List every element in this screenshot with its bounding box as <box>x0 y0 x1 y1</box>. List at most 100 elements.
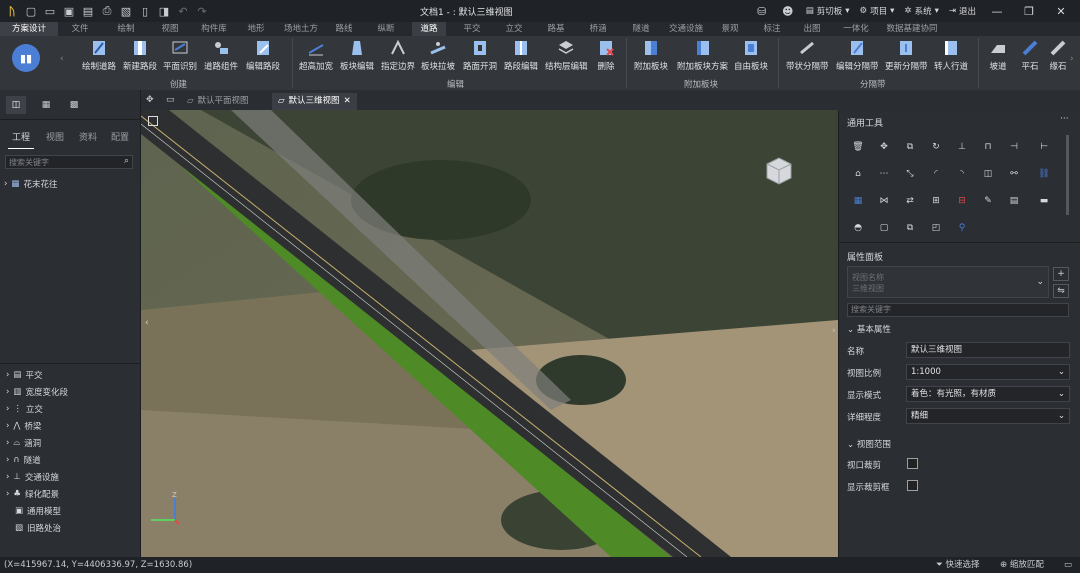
search-input[interactable]: 搜索关键字 ⌕ <box>5 155 133 169</box>
chamfer-icon[interactable]: ◝ <box>953 165 971 183</box>
curb-stone-button[interactable]: 缘石 <box>1048 38 1068 76</box>
tab-view[interactable]: 视图 <box>150 22 190 36</box>
link-icon[interactable]: ⚯ <box>1005 165 1023 183</box>
road-component-button[interactable]: 道路组件 <box>204 38 238 76</box>
doc-tab-3d[interactable]: ▱ 默认三维视图 ✕ <box>272 93 357 110</box>
tab-traffic[interactable]: 交通设施 <box>664 22 708 36</box>
props-search-input[interactable]: 搜索关键字 <box>847 303 1069 317</box>
undo-icon[interactable]: ↶ <box>175 3 191 19</box>
ruler-icon[interactable]: ▬ <box>1035 192 1053 210</box>
pin-icon[interactable]: ⌂ <box>849 165 867 183</box>
window-icon[interactable]: ▭ <box>166 95 175 105</box>
move-tool-icon[interactable]: ✥ <box>875 138 893 156</box>
category-interchange[interactable]: › ⋮ 立交 <box>6 400 43 417</box>
tab-library[interactable]: 构件库 <box>194 22 234 36</box>
category-width-change[interactable]: › ▥ 宽度变化段 <box>6 383 68 400</box>
update-divider-button[interactable]: 更新分隔带 <box>885 38 928 76</box>
new-segment-button[interactable]: 新建路段 <box>123 38 157 76</box>
section-basic[interactable]: ⌄ 基本属性 <box>847 323 891 335</box>
chain-icon[interactable]: ⛓︎ <box>1035 165 1053 183</box>
ramp-button[interactable]: 坡道 <box>988 38 1008 76</box>
delete-button[interactable]: 删除 <box>596 38 616 76</box>
block-slope-button[interactable]: 板块拉坡 <box>421 38 455 76</box>
save-icon[interactable]: ▣ <box>61 3 77 19</box>
rotate-icon[interactable]: ↻ <box>927 138 945 156</box>
status-menu-icon[interactable]: ▭ <box>1064 557 1072 573</box>
tab-annotate[interactable]: 标注 <box>756 22 788 36</box>
category-generic-model[interactable]: ▣ 通用模型 <box>6 502 61 519</box>
tree-root[interactable]: › ▦ 花末花往 <box>4 175 57 192</box>
new-file-icon[interactable]: ▢ <box>23 3 39 19</box>
ribbon-scroll-right-icon[interactable]: › <box>1070 54 1074 64</box>
view-cube-icon[interactable] <box>759 150 799 190</box>
category-old-road[interactable]: ▧ 旧路处治 <box>6 519 61 536</box>
redo-icon[interactable]: ↷ <box>194 3 210 19</box>
tab-profile[interactable]: 纵断 <box>370 22 402 36</box>
category-traffic[interactable]: › ⊥ 交通设施 <box>6 468 59 485</box>
app-menu-button[interactable]: ▮▮ <box>12 44 40 72</box>
stamp-icon[interactable]: ▤ <box>1005 192 1023 210</box>
draw-road-button[interactable]: 绘制道路 <box>82 38 116 76</box>
tab-terrain[interactable]: 地形 <box>236 22 276 36</box>
layers-icon[interactable]: ◨ <box>156 3 172 19</box>
tab-route[interactable]: 路线 <box>328 22 360 36</box>
pavement-hole-button[interactable]: 路面开洞 <box>463 38 497 76</box>
block-edit-button[interactable]: 板块编辑 <box>340 38 374 76</box>
display-mode-select[interactable]: 着色：有光照，有材质 ⌄ <box>906 386 1070 402</box>
plan-recognize-button[interactable]: 平面识别 <box>163 38 197 76</box>
database-icon[interactable]: ⛁ <box>754 3 770 19</box>
tiles-view-icon[interactable]: ▩ <box>64 96 84 114</box>
to-sidewalk-button[interactable]: 转人行道 <box>934 38 968 76</box>
minimize-button[interactable]: — <box>986 5 1008 18</box>
category-culvert[interactable]: › ⌓ 涵洞 <box>6 434 41 451</box>
break-icon[interactable]: ⊢ <box>1035 138 1053 156</box>
mirror-icon[interactable]: ⋈ <box>875 192 893 210</box>
tab-draw[interactable]: 绘制 <box>106 22 146 36</box>
flat-stone-button[interactable]: 平石 <box>1020 38 1040 76</box>
close-button[interactable]: ✕ <box>1050 5 1072 18</box>
measure-icon[interactable]: ⚲ <box>953 219 971 237</box>
tab-road[interactable]: 道路 <box>412 22 446 36</box>
print-icon[interactable]: ⎙ <box>99 3 115 19</box>
layers-tool-icon[interactable]: ⧉ <box>901 219 919 237</box>
page-icon[interactable]: ▯ <box>137 3 153 19</box>
group-icon[interactable]: ⊞ <box>927 192 945 210</box>
tab-tunnel[interactable]: 隧道 <box>624 22 658 36</box>
robot-icon[interactable]: ☻ <box>780 3 796 19</box>
viewport-crop-checkbox[interactable] <box>907 458 918 469</box>
box-icon[interactable]: ▢ <box>875 219 893 237</box>
open-folder-icon[interactable]: ▭ <box>42 3 58 19</box>
detail-level-select[interactable]: 精细 ⌄ <box>906 408 1070 424</box>
system-menu[interactable]: ✲ 系统 ▾ <box>904 5 938 17</box>
tab-drawing[interactable]: 出图 <box>796 22 828 36</box>
tab-bridge[interactable]: 桥涵 <box>582 22 614 36</box>
edit-segment-button[interactable]: 编辑路段 <box>246 38 280 76</box>
grid-view-icon[interactable]: ▦ <box>36 96 56 114</box>
edit-type-icon[interactable]: ⇋ <box>1053 284 1069 298</box>
doc-tab-plan[interactable]: ▱ 默认平面视图 <box>181 93 255 110</box>
tab-resources[interactable]: 资料 <box>79 130 97 143</box>
free-block-button[interactable]: 自由板块 <box>734 38 768 76</box>
show-cropbox-checkbox[interactable] <box>907 480 918 491</box>
close-tab-icon[interactable]: ✕ <box>344 93 351 110</box>
trim-icon[interactable]: ◫ <box>979 165 997 183</box>
category-tunnel[interactable]: › ∩ 隧道 <box>6 451 41 468</box>
tab-earthwork[interactable]: 场地土方 <box>278 22 324 36</box>
category-bridge[interactable]: › ⋀ 桥梁 <box>6 417 41 434</box>
ribbon-scroll-left-icon[interactable]: ‹ <box>60 54 64 64</box>
move-icon[interactable]: ✥ <box>146 95 154 105</box>
structure-layer-button[interactable]: 结构层编辑 <box>545 38 588 76</box>
tab-integration[interactable]: 一体化 <box>836 22 876 36</box>
attached-block-button[interactable]: 附加板块 <box>634 38 668 76</box>
project-menu[interactable]: ⚙ 项目 ▾ <box>860 5 895 17</box>
tab-interchange[interactable]: 立交 <box>498 22 530 36</box>
scale-select[interactable]: 1:1000 ⌄ <box>906 364 1070 380</box>
add-icon[interactable]: + <box>1053 267 1069 281</box>
set-boundary-button[interactable]: 指定边界 <box>381 38 415 76</box>
name-field[interactable]: 默认三维视图 <box>906 342 1070 358</box>
category-intersection[interactable]: › ▤ 平交 <box>6 366 42 383</box>
tab-config[interactable]: 配置 <box>111 130 129 143</box>
view-type-select[interactable]: 视图名称 三维视图 ⌄ <box>847 266 1049 298</box>
tools-scrollbar[interactable] <box>1066 135 1069 215</box>
grid-select-icon[interactable]: ▦ <box>849 192 867 210</box>
